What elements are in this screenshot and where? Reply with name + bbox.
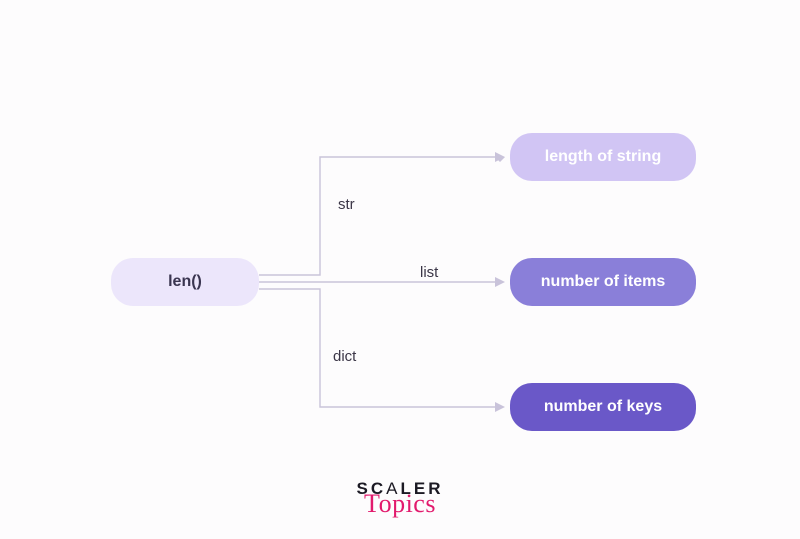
edge-label-list: list — [417, 264, 441, 281]
edge-label-str: str — [335, 196, 358, 213]
result-node-string: length of string — [510, 133, 696, 181]
result-node-list: number of items — [510, 258, 696, 306]
result-label-string: length of string — [545, 148, 661, 166]
scaler-topics-logo: SCALER Topics — [357, 480, 444, 517]
len-diagram: len() length of string number of items n… — [0, 0, 800, 539]
edge-label-dict: dict — [330, 348, 359, 365]
result-node-dict: number of keys — [510, 383, 696, 431]
logo-line2: Topics — [357, 491, 444, 517]
source-node-len: len() — [111, 258, 259, 306]
result-label-list: number of items — [541, 273, 665, 291]
result-label-dict: number of keys — [544, 398, 662, 416]
source-label: len() — [168, 273, 202, 291]
